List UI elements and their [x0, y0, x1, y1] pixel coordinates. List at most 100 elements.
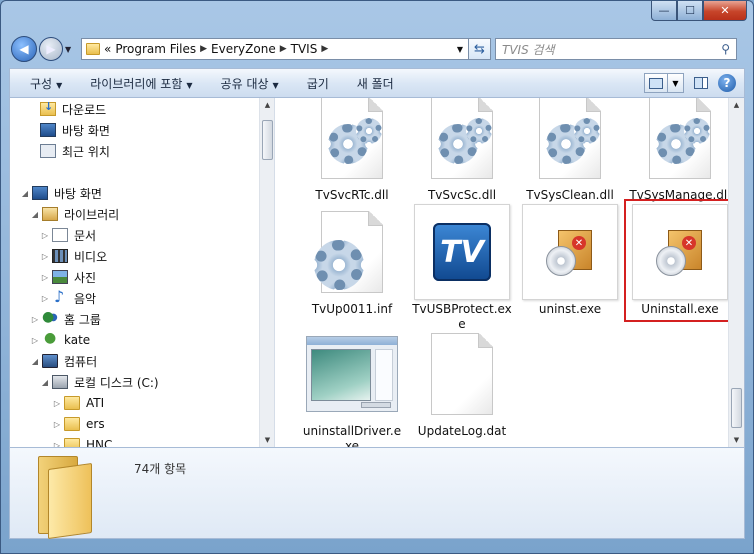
expand-arrow-icon[interactable]: ◢: [30, 357, 40, 366]
collapse-arrow-icon[interactable]: ▷: [30, 315, 40, 324]
breadcrumb-separator-icon[interactable]: ▶: [321, 44, 328, 54]
address-history-dropdown[interactable]: ▼: [452, 45, 468, 54]
search-icon[interactable]: ⚲: [721, 42, 730, 56]
nav-tree-documents[interactable]: ▷ 문서: [40, 225, 96, 245]
expand-arrow-icon[interactable]: ◢: [30, 210, 40, 219]
collapse-arrow-icon[interactable]: ▷: [40, 252, 50, 261]
chevron-down-icon: ▼: [272, 80, 279, 90]
breadcrumb-everyzone[interactable]: EveryZone: [211, 42, 276, 56]
new-folder-button[interactable]: 새 폴더: [343, 75, 408, 92]
nav-tree-music[interactable]: ▷ 음악: [40, 287, 97, 308]
file-item[interactable]: TvSysManage.dll: [628, 98, 728, 203]
nav-tree-libraries[interactable]: ◢ 라이브러리: [30, 204, 119, 224]
file-name: UpdateLog.dat: [417, 424, 507, 438]
tv-app-icon: TV: [414, 204, 510, 300]
expand-arrow-icon[interactable]: ◢: [40, 378, 50, 387]
file-name: uninstallDriver.exe: [302, 424, 402, 447]
refresh-button[interactable]: ⇆: [469, 38, 491, 60]
expand-arrow-icon[interactable]: ◢: [20, 189, 30, 198]
chevron-down-icon: ▼: [56, 80, 63, 90]
file-name: TvUp0011.inf: [311, 302, 393, 316]
file-item[interactable]: ✕ uninst.exe: [518, 204, 622, 317]
blank-file-icon: [414, 326, 510, 422]
file-name: TvSvcSc.dll: [427, 188, 497, 202]
file-item[interactable]: TvSysClean.dll: [518, 98, 622, 203]
library-icon: [42, 207, 58, 221]
maximize-button[interactable]: ☐: [677, 1, 703, 21]
help-button[interactable]: ?: [718, 74, 736, 92]
file-item[interactable]: uninstallDriver.exe: [300, 326, 404, 447]
nav-tree-desktop[interactable]: ◢ 바탕 화면: [20, 183, 102, 203]
nav-tree-user[interactable]: ▷ kate: [30, 330, 90, 350]
nav-label: 로컬 디스크 (C:): [74, 375, 159, 390]
recent-pages-dropdown[interactable]: ▼: [65, 45, 77, 54]
burn-button[interactable]: 굽기: [293, 75, 343, 92]
collapse-arrow-icon[interactable]: ▷: [52, 420, 62, 429]
collapse-arrow-icon[interactable]: ▷: [40, 231, 50, 240]
homegroup-icon: [42, 309, 58, 326]
nav-label: ers: [86, 417, 105, 431]
file-item[interactable]: TvSvcSc.dll: [410, 98, 514, 203]
pictures-icon: [52, 270, 68, 284]
tv-logo-text: TV: [433, 223, 491, 281]
breadcrumb-separator-icon[interactable]: ▶: [280, 44, 287, 54]
address-bar[interactable]: « Program Files ▶ EveryZone ▶ TVIS ▶ ▼: [81, 38, 469, 60]
collapse-arrow-icon[interactable]: ▷: [40, 273, 50, 282]
search-input[interactable]: TVIS 검색 ⚲: [495, 38, 737, 60]
chevron-down-icon[interactable]: ▼: [667, 74, 683, 92]
collapse-arrow-icon[interactable]: ▷: [40, 294, 50, 303]
nav-tree-computer[interactable]: ◢ 컴퓨터: [30, 351, 97, 371]
file-item[interactable]: UpdateLog.dat: [410, 326, 514, 439]
include-in-library-menu[interactable]: 라이브러리에 포함 ▼: [76, 75, 206, 92]
scrollbar-thumb[interactable]: [731, 388, 742, 428]
minimize-button[interactable]: —: [651, 1, 677, 21]
nav-label: 바탕 화면: [62, 123, 110, 138]
forward-button[interactable]: ▶: [39, 37, 63, 61]
file-name: TvSvcRTc.dll: [315, 188, 389, 202]
scrollbar-thumb[interactable]: [262, 120, 273, 160]
file-scrollbar[interactable]: ▲ ▼: [728, 98, 744, 447]
scroll-down-icon[interactable]: ▼: [260, 433, 274, 447]
view-icon: [645, 74, 667, 92]
close-button[interactable]: ✕: [703, 1, 747, 21]
download-folder-icon: [40, 100, 56, 116]
file-item[interactable]: TvUp0011.inf: [300, 204, 404, 317]
nav-label: 홈 그룹: [64, 312, 101, 327]
share-label: 공유 대상: [220, 76, 269, 91]
scroll-down-icon[interactable]: ▼: [729, 433, 744, 447]
nav-tree-folder-ers[interactable]: ▷ ers: [52, 414, 105, 434]
breadcrumb-separator-icon[interactable]: ▶: [200, 44, 207, 54]
nav-favorite-recent[interactable]: 최근 위치: [40, 141, 110, 161]
nav-tree-homegroup[interactable]: ▷ 홈 그룹: [30, 309, 101, 329]
file-item[interactable]: TV TvUSBProtect.exe: [410, 204, 514, 332]
nav-tree-videos[interactable]: ▷ 비디오: [40, 246, 107, 266]
file-name: uninst.exe: [538, 302, 602, 316]
collapse-arrow-icon[interactable]: ▷: [52, 399, 62, 408]
preview-pane-button[interactable]: [690, 73, 712, 93]
nav-tree-pictures[interactable]: ▷ 사진: [40, 267, 96, 287]
change-view-button[interactable]: ▼: [644, 73, 684, 93]
folder-icon: [64, 417, 80, 431]
address-overflow-chevron[interactable]: «: [104, 42, 111, 56]
installer-icon: ✕: [522, 204, 618, 300]
nav-favorite-desktop[interactable]: 바탕 화면: [40, 120, 110, 140]
organize-menu[interactable]: 구성 ▼: [16, 75, 76, 92]
breadcrumb-tvis[interactable]: TVIS: [291, 42, 318, 56]
breadcrumb-program-files[interactable]: Program Files: [115, 42, 196, 56]
address-row: ◀ ▶ ▼ « Program Files ▶ EveryZone ▶ TVIS…: [11, 35, 741, 63]
nav-tree-local-disk[interactable]: ◢ 로컬 디스크 (C:): [40, 372, 159, 392]
share-with-menu[interactable]: 공유 대상 ▼: [207, 75, 293, 92]
recent-places-icon: [40, 144, 56, 158]
file-item[interactable]: TvSvcRTc.dll: [300, 98, 404, 203]
scroll-up-icon[interactable]: ▲: [729, 98, 744, 112]
nav-favorite-downloads[interactable]: 다운로드: [40, 99, 106, 119]
desktop-icon: [32, 186, 48, 200]
back-button[interactable]: ◀: [11, 36, 37, 62]
nav-tree-folder-ati[interactable]: ▷ ATI: [52, 393, 104, 413]
music-icon: [52, 287, 68, 306]
nav-tree-folder-hnc[interactable]: ▷ HNC: [52, 435, 112, 447]
scroll-up-icon[interactable]: ▲: [260, 98, 274, 112]
nav-scrollbar[interactable]: ▲ ▼: [259, 98, 274, 447]
collapse-arrow-icon[interactable]: ▷: [30, 336, 40, 345]
nav-label: 음악: [74, 291, 97, 306]
